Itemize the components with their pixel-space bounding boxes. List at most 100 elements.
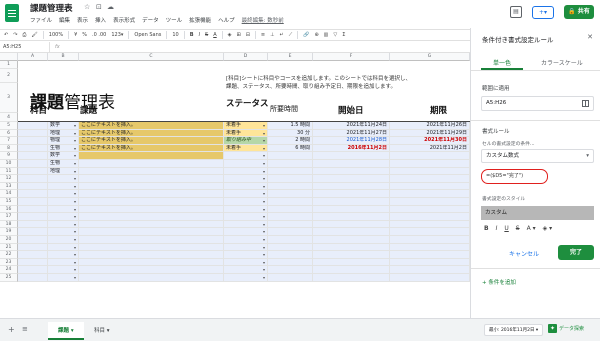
explore-button[interactable]: ✦ データ探索 — [548, 324, 584, 333]
cell-task[interactable] — [79, 175, 224, 183]
row-header[interactable]: 25 — [0, 274, 18, 282]
last-edit-link[interactable]: 最終編集: 数秒前 — [242, 16, 284, 24]
cell-duration[interactable] — [268, 213, 313, 221]
row-header[interactable]: 19 — [0, 228, 18, 236]
cell-duration[interactable] — [268, 190, 313, 198]
row-header[interactable]: 23 — [0, 258, 18, 267]
row-header[interactable]: 11 — [0, 167, 18, 176]
column-header[interactable]: C — [79, 53, 224, 61]
cell-subject[interactable] — [48, 190, 79, 198]
cell-deadline[interactable]: 2021年11月30日 — [390, 137, 470, 145]
cell-task[interactable] — [79, 258, 224, 267]
column-header[interactable]: G — [390, 53, 470, 61]
paint-format-icon[interactable]: 🖌 — [31, 32, 37, 38]
merge-cells-icon[interactable]: ⊟ — [246, 32, 250, 38]
cell-start[interactable] — [313, 258, 390, 267]
row-header[interactable]: 15 — [0, 198, 18, 206]
cell-start[interactable] — [313, 274, 390, 282]
grid-cell[interactable] — [18, 182, 48, 191]
cell-status[interactable]: 未着手 — [224, 144, 268, 153]
cell-deadline[interactable] — [390, 243, 470, 252]
text-rotation-icon[interactable]: ⟋ — [289, 32, 293, 38]
cell-deadline[interactable]: 2021年11月29日 — [390, 129, 470, 138]
cell-task[interactable] — [79, 182, 224, 191]
select-all-corner[interactable] — [0, 53, 18, 61]
cell-subject[interactable] — [48, 213, 79, 221]
cell-deadline[interactable] — [390, 175, 470, 183]
cell-subject[interactable] — [48, 175, 79, 183]
grid-cell[interactable] — [18, 175, 48, 183]
cell-status[interactable]: 未着手 — [224, 129, 268, 138]
cell-task[interactable] — [79, 205, 224, 214]
move-folder-icon[interactable]: ⊡ — [96, 3, 102, 11]
name-box[interactable]: A5:H25 — [0, 41, 50, 53]
percent-button[interactable]: % — [82, 32, 87, 38]
italic-icon[interactable]: I — [496, 225, 498, 232]
decimal-buttons[interactable]: .0 .00 — [92, 32, 106, 38]
cell-subject[interactable] — [48, 266, 79, 274]
align-horizontal-icon[interactable]: ≡ — [261, 32, 265, 38]
chart-icon[interactable]: ▥ — [324, 32, 329, 38]
grid-cell[interactable] — [18, 137, 48, 145]
grid-cell[interactable] — [18, 198, 48, 206]
cell-subject[interactable]: 地理 — [48, 129, 79, 138]
cell-start[interactable] — [313, 175, 390, 183]
select-range-icon[interactable] — [582, 100, 589, 107]
cell-duration[interactable]: 1.5 時間 — [268, 122, 313, 130]
cell-subject[interactable] — [48, 228, 79, 236]
condition-select[interactable]: カスタム数式 — [481, 149, 594, 163]
column-header[interactable]: A — [18, 53, 48, 61]
grid-cell[interactable] — [18, 167, 48, 176]
cell-duration[interactable] — [268, 160, 313, 168]
filter-icon[interactable]: ▽ — [333, 32, 337, 38]
row-header[interactable]: 16 — [0, 205, 18, 214]
tab-single-color[interactable]: 単一色 — [493, 58, 511, 67]
number-format-select[interactable]: 123▾ — [111, 32, 123, 38]
done-button[interactable]: 完了 — [558, 245, 594, 260]
grid-cell[interactable] — [18, 205, 48, 214]
cell-duration[interactable] — [268, 182, 313, 191]
cell-task[interactable] — [79, 236, 224, 244]
column-header[interactable]: E — [268, 53, 313, 61]
grid-cell[interactable] — [18, 243, 48, 252]
underline-icon[interactable]: U — [504, 225, 508, 232]
grid-cell[interactable] — [18, 220, 48, 229]
redo-icon[interactable]: ↷ — [13, 32, 17, 38]
italic-button[interactable]: I — [199, 32, 200, 38]
cell-deadline[interactable] — [390, 213, 470, 221]
cell-start[interactable] — [313, 243, 390, 252]
meet-button[interactable]: +▾ — [532, 5, 554, 19]
cell-status[interactable] — [224, 236, 268, 244]
cell-deadline[interactable] — [390, 198, 470, 206]
undo-icon[interactable]: ↶ — [4, 32, 8, 38]
cell-status[interactable] — [224, 160, 268, 168]
text-color-icon[interactable]: A ▾ — [527, 225, 536, 232]
cell-task[interactable] — [79, 274, 224, 282]
menu-extensions[interactable]: 拡張機能 — [189, 16, 211, 24]
cell-status[interactable] — [224, 167, 268, 176]
menu-help[interactable]: ヘルプ — [218, 16, 235, 24]
cell-duration[interactable] — [268, 266, 313, 274]
formula-input[interactable]: =($D5="完了") — [481, 169, 548, 184]
row-header[interactable]: 12 — [0, 175, 18, 183]
grid-cell[interactable] — [18, 251, 48, 259]
cell-task[interactable] — [79, 266, 224, 274]
menu-data[interactable]: データ — [142, 16, 159, 24]
grid-cell[interactable] — [18, 236, 48, 244]
cell-task[interactable] — [79, 243, 224, 252]
cell-task[interactable] — [79, 198, 224, 206]
borders-icon[interactable]: ⊞ — [237, 32, 241, 38]
grid-cell[interactable] — [18, 274, 48, 282]
cell-status[interactable] — [224, 182, 268, 191]
zoom-select[interactable]: 100% — [49, 32, 63, 38]
cell-start[interactable]: 2021年11月27日 — [313, 129, 390, 138]
menu-file[interactable]: ファイル — [30, 16, 52, 24]
menu-format[interactable]: 表示形式 — [113, 16, 135, 24]
cell-start[interactable] — [313, 266, 390, 274]
cell-subject[interactable] — [48, 258, 79, 267]
cell-duration[interactable]: 6 時間 — [268, 144, 313, 153]
comment-add-icon[interactable]: ⊕ — [314, 32, 318, 38]
cell-subject[interactable]: 数学 — [48, 152, 79, 160]
row-header[interactable]: 3 — [0, 83, 18, 113]
cell-start[interactable] — [313, 190, 390, 198]
